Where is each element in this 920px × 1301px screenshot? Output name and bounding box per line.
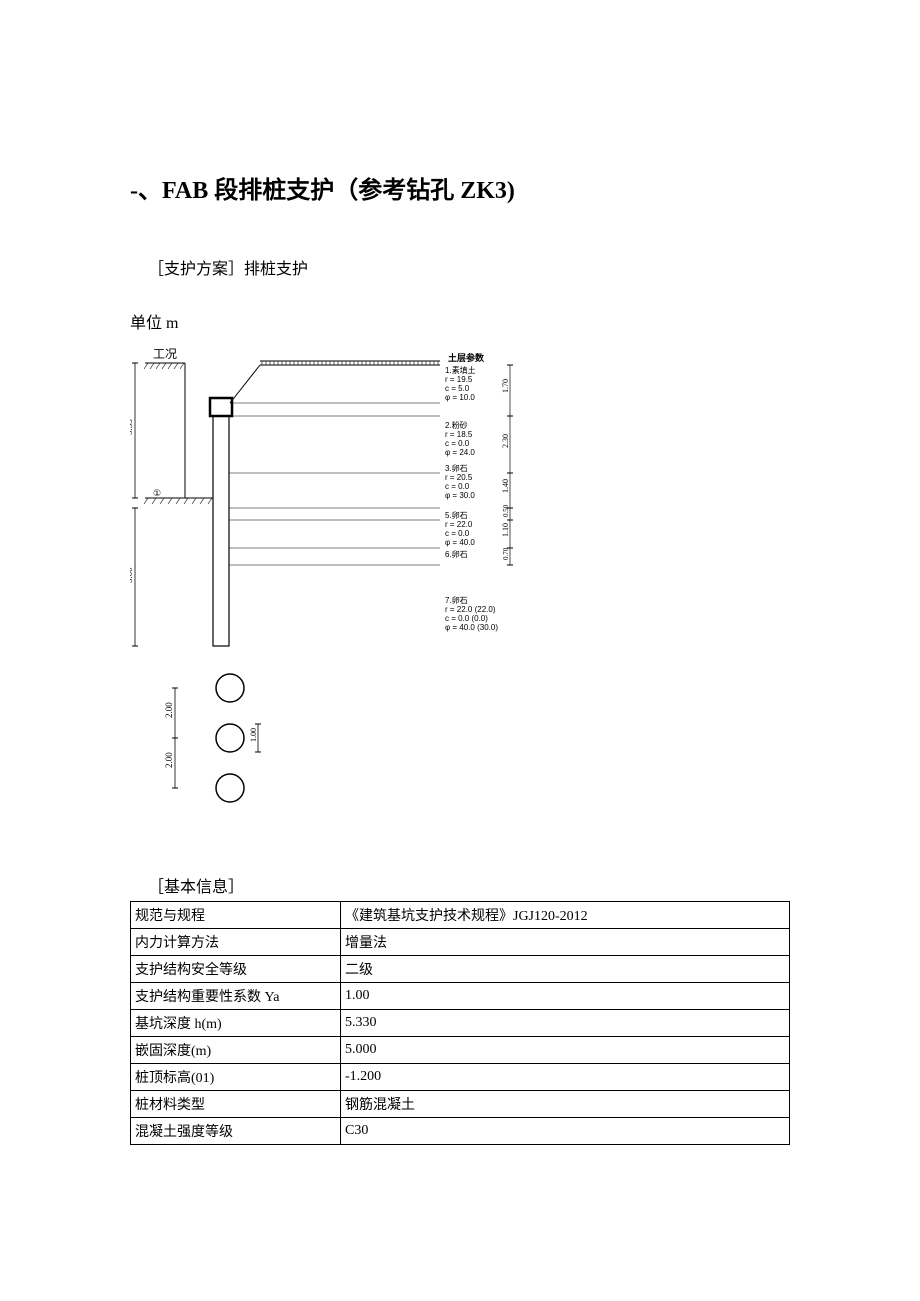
dim-h4: 0.50 xyxy=(502,504,510,517)
table-cell-key: 桩顶标高(01) xyxy=(131,1064,341,1091)
pile-diameter: 1.00 xyxy=(249,728,258,742)
soil-layer-5: 5.卵石 r = 22.0 c = 0.0 φ = 40.0 xyxy=(445,510,475,547)
table-cell-key: 规范与规程 xyxy=(131,902,341,929)
svg-text:c = 0.0: c = 0.0 xyxy=(445,482,470,491)
table-row: 内力计算方法增量法 xyxy=(131,929,790,956)
svg-text:φ = 40.0 (30.0): φ = 40.0 (30.0) xyxy=(445,623,498,632)
svg-text:r = 22.0 (22.0): r = 22.0 (22.0) xyxy=(445,605,496,614)
svg-text:6.卵石: 6.卵石 xyxy=(445,549,468,559)
table-cell-value: 钢筋混凝土 xyxy=(341,1091,790,1118)
soil-layer-6: 6.卵石 xyxy=(445,549,468,559)
svg-text:r = 19.5: r = 19.5 xyxy=(445,375,473,384)
soil-param-header: 土层参数 xyxy=(448,352,485,363)
soil-layer-3: 3.卵石 r = 20.5 c = 0.0 φ = 30.0 xyxy=(445,463,475,500)
dim-h6: 0.70 xyxy=(502,547,510,560)
table-cell-value: 《建筑基坑支护技术规程》JGJ120-2012 xyxy=(341,902,790,929)
table-row: 支护结构重要性系数 Ya1.00 xyxy=(131,983,790,1010)
table-cell-key: 混凝土强度等级 xyxy=(131,1118,341,1145)
table-cell-value: 5.000 xyxy=(341,1037,790,1064)
table-row: 嵌固深度(m)5.000 xyxy=(131,1037,790,1064)
svg-text:c = 5.0: c = 5.0 xyxy=(445,384,470,393)
dim-h3: 1.40 xyxy=(501,479,510,493)
svg-text:c = 0.0: c = 0.0 xyxy=(445,439,470,448)
gk-label: 工况 xyxy=(153,347,177,361)
table-row: 混凝土强度等级C30 xyxy=(131,1118,790,1145)
dim-left-bot: 5.00 xyxy=(130,567,134,583)
table-cell-key: 嵌固深度(m) xyxy=(131,1037,341,1064)
svg-text:c = 0.0: c = 0.0 xyxy=(445,529,470,538)
dim-left-top: 5.33 xyxy=(130,419,134,435)
table-cell-value: C30 xyxy=(341,1118,790,1145)
table-row: 桩材料类型钢筋混凝土 xyxy=(131,1091,790,1118)
page-title: -、FAB 段排桩支护（参考钻孔 ZK3) xyxy=(130,170,790,205)
table-cell-key: 桩材料类型 xyxy=(131,1091,341,1118)
table-row: 桩顶标高(01)-1.200 xyxy=(131,1064,790,1091)
table-cell-key: 支护结构安全等级 xyxy=(131,956,341,983)
dim-h1: 1.70 xyxy=(501,379,510,393)
table-row: 基坑深度 h(m)5.330 xyxy=(131,1010,790,1037)
table-row: 支护结构安全等级二级 xyxy=(131,956,790,983)
svg-text:φ = 24.0: φ = 24.0 xyxy=(445,448,475,457)
table-cell-value: 二级 xyxy=(341,956,790,983)
table-cell-value: 增量法 xyxy=(341,929,790,956)
svg-text:r = 18.5: r = 18.5 xyxy=(445,430,473,439)
table-cell-key: 支护结构重要性系数 Ya xyxy=(131,983,341,1010)
title-prefix: -、 xyxy=(130,178,162,204)
svg-text:1.素填土: 1.素填土 xyxy=(445,365,476,375)
table-cell-key: 基坑深度 h(m) xyxy=(131,1010,341,1037)
title-mid: 段排桩支护（参考钻孔 xyxy=(208,178,460,204)
scheme-label: ［支护方案］排桩支护 xyxy=(148,255,790,279)
marker-1: ① xyxy=(153,488,161,498)
basic-info-table: 规范与规程《建筑基坑支护技术规程》JGJ120-2012内力计算方法增量法支护结… xyxy=(130,901,790,1145)
svg-text:φ = 40.0: φ = 40.0 xyxy=(445,538,475,547)
dim-h2: 2.30 xyxy=(501,434,510,448)
table-cell-value: -1.200 xyxy=(341,1064,790,1091)
table-cell-value: 1.00 xyxy=(341,983,790,1010)
svg-text:r = 20.5: r = 20.5 xyxy=(445,473,473,482)
cross-section-diagram: 工况 土层参数 ① 5.33 5.00 1.素填土 r = 19.5 c = 5… xyxy=(130,343,530,833)
soil-layer-2: 2.粉砂 r = 18.5 c = 0.0 φ = 24.0 xyxy=(445,420,475,457)
pile-spacing-1: 2.00 xyxy=(164,702,174,718)
unit-label: 单位 m xyxy=(130,309,790,333)
soil-layer-7: 7.卵石 r = 22.0 (22.0) c = 0.0 (0.0) φ = 4… xyxy=(445,595,498,632)
svg-text:2.粉砂: 2.粉砂 xyxy=(445,420,468,430)
svg-text:7.卵石: 7.卵石 xyxy=(445,595,468,605)
basic-info-header: ［基本信息］ xyxy=(148,873,790,897)
table-row: 规范与规程《建筑基坑支护技术规程》JGJ120-2012 xyxy=(131,902,790,929)
svg-text:φ = 10.0: φ = 10.0 xyxy=(445,393,475,402)
dim-h5: 1.10 xyxy=(501,523,510,537)
title-fab: FAB xyxy=(162,178,208,204)
title-zk: ZK3) xyxy=(460,178,515,204)
svg-text:5.卵石: 5.卵石 xyxy=(445,510,468,520)
svg-text:r = 22.0: r = 22.0 xyxy=(445,520,473,529)
table-cell-key: 内力计算方法 xyxy=(131,929,341,956)
pile-spacing-2: 2.00 xyxy=(164,752,174,768)
svg-text:c = 0.0 (0.0): c = 0.0 (0.0) xyxy=(445,614,488,623)
table-cell-value: 5.330 xyxy=(341,1010,790,1037)
svg-text:φ = 30.0: φ = 30.0 xyxy=(445,491,475,500)
soil-layer-1: 1.素填土 r = 19.5 c = 5.0 φ = 10.0 xyxy=(445,365,476,402)
svg-text:3.卵石: 3.卵石 xyxy=(445,463,468,473)
